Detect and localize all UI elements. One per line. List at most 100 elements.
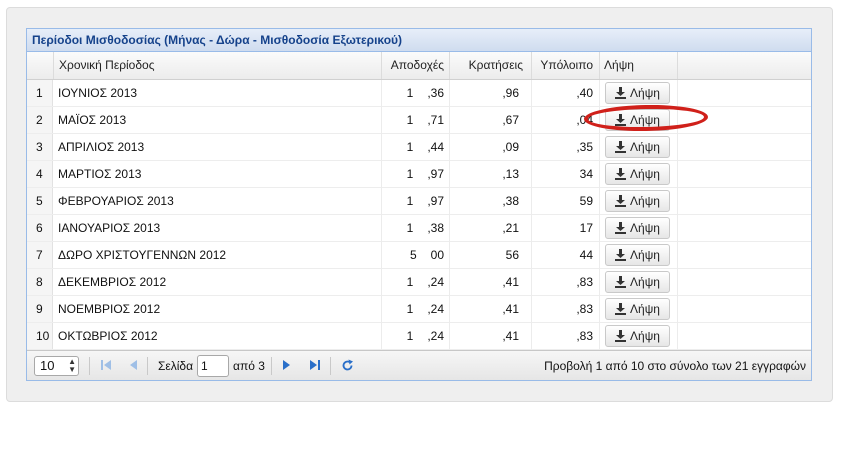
download-icon — [615, 168, 627, 180]
first-page-icon[interactable] — [100, 359, 112, 371]
download-button[interactable]: Λήψη — [605, 82, 670, 104]
prev-page-icon[interactable] — [128, 359, 138, 371]
last-page-icon[interactable] — [309, 359, 321, 371]
balance-cell: ,83 — [576, 275, 593, 289]
download-button[interactable]: Λήψη — [605, 325, 670, 347]
download-icon — [615, 222, 627, 234]
redaction-mask — [413, 275, 428, 290]
earnings-column-header[interactable]: Αποδοχές — [381, 52, 449, 79]
table-row[interactable]: 7 ΔΩΡΟ ΧΡΙΣΤΟΥΓΕΝΝΩΝ 2012 5 00 56 44 Λήψη — [27, 242, 811, 269]
refresh-icon[interactable] — [341, 359, 354, 372]
toolbar-separator — [147, 357, 148, 375]
earnings-prefix: 1 — [406, 167, 414, 181]
redaction-mask — [413, 113, 428, 128]
display-info: Προβολή 1 από 10 στο σύνολο των 21 εγγρα… — [544, 359, 806, 373]
period-column-header[interactable]: Χρονική Περίοδος — [53, 52, 381, 79]
download-button-label: Λήψη — [630, 86, 660, 100]
table-row[interactable]: 4 ΜΑΡΤΙΟΣ 2013 1,97 ,13 34 Λήψη — [27, 161, 811, 188]
balance-cell: ,83 — [576, 302, 593, 316]
panel-title: Περίοδοι Μισθοδοσίας (Μήνας - Δώρα - Μισ… — [27, 29, 811, 52]
download-cell: Λήψη — [599, 161, 677, 187]
balance-column-header[interactable]: Υπόλοιπο — [531, 52, 599, 79]
earnings-suffix: ,36 — [427, 86, 444, 100]
period-cell: ΜΑΡΤΙΟΣ 2013 — [58, 167, 142, 181]
row-number: 10 — [27, 323, 53, 349]
deductions-cell: ,41 — [502, 302, 519, 316]
redaction-mask — [416, 248, 431, 263]
row-number: 9 — [27, 296, 53, 322]
earnings-prefix: 1 — [406, 194, 414, 208]
balance-cell: ,35 — [576, 140, 593, 154]
table-row[interactable]: 10 ΟΚΤΩΒΡΙΟΣ 2012 1,24 ,41 ,83 Λήψη — [27, 323, 811, 350]
earnings-prefix: 5 — [409, 248, 417, 262]
earnings-suffix: ,24 — [427, 275, 444, 289]
toolbar-separator — [330, 357, 331, 375]
period-cell: ΙΟΥΝΙΟΣ 2013 — [58, 86, 138, 100]
download-button-label: Λήψη — [630, 329, 660, 343]
redaction-mask — [413, 194, 428, 209]
download-button-label: Λήψη — [630, 302, 660, 316]
balance-cell: 59 — [579, 194, 593, 208]
toolbar-separator — [271, 357, 272, 375]
redaction-mask — [413, 329, 428, 344]
earnings-cell: 1,24 — [381, 323, 449, 349]
download-button-label: Λήψη — [630, 194, 660, 208]
page-size-select[interactable]: 10 ▲ ▼ — [34, 356, 79, 376]
earnings-suffix: ,97 — [427, 167, 444, 181]
table-row[interactable]: 6 ΙΑΝΟΥΑΡΙΟΣ 2013 1,38 ,21 17 Λήψη — [27, 215, 811, 242]
download-column-header[interactable]: Λήψη — [599, 52, 677, 79]
spinner-arrows-icon[interactable]: ▲ ▼ — [68, 358, 76, 374]
download-button[interactable]: Λήψη — [605, 271, 670, 293]
row-number: 4 — [27, 161, 53, 187]
earnings-cell: 1,97 — [381, 188, 449, 214]
deductions-column-header[interactable]: Κρατήσεις — [449, 52, 531, 79]
earnings-prefix: 1 — [406, 86, 414, 100]
table-row[interactable]: 8 ΔΕΚΕΜΒΡΙΟΣ 2012 1,24 ,41 ,83 Λήψη — [27, 269, 811, 296]
row-number: 3 — [27, 134, 53, 160]
earnings-suffix: ,24 — [427, 302, 444, 316]
deductions-cell: ,09 — [502, 140, 519, 154]
download-button[interactable]: Λήψη — [605, 217, 670, 239]
earnings-prefix: 1 — [406, 140, 414, 154]
redaction-mask — [413, 221, 428, 236]
download-button[interactable]: Λήψη — [605, 136, 670, 158]
page-number-input[interactable]: 1 — [197, 355, 229, 377]
rownum-header — [27, 52, 53, 79]
download-icon — [615, 303, 627, 315]
period-cell: ΜΑΪΟΣ 2013 — [58, 113, 127, 127]
earnings-cell: 1,97 — [381, 161, 449, 187]
column-divider — [531, 80, 532, 355]
download-icon — [615, 141, 627, 153]
earnings-cell: 1,36 — [381, 80, 449, 106]
filler-column-header — [677, 52, 811, 79]
deductions-cell: ,41 — [502, 275, 519, 289]
download-button[interactable]: Λήψη — [605, 298, 670, 320]
column-divider — [449, 80, 450, 355]
download-button[interactable]: Λήψη — [605, 190, 670, 212]
earnings-cell: 1,38 — [381, 215, 449, 241]
table-row[interactable]: 9 ΝΟΕΜΒΡΙΟΣ 2012 1,24 ,41 ,83 Λήψη — [27, 296, 811, 323]
balance-cell: 17 — [579, 221, 593, 235]
download-cell: Λήψη — [599, 215, 677, 241]
row-number: 2 — [27, 107, 53, 133]
period-cell: ΔΕΚΕΜΒΡΙΟΣ 2012 — [58, 275, 167, 289]
deductions-cell: 56 — [505, 248, 519, 262]
earnings-suffix: ,71 — [427, 113, 444, 127]
period-cell: ΑΠΡΙΛΙΟΣ 2013 — [58, 140, 145, 154]
period-cell: ΦΕΒΡΟΥΑΡΙΟΣ 2013 — [58, 194, 174, 208]
earnings-cell: 1,24 — [381, 296, 449, 322]
table-row[interactable]: 1 ΙΟΥΝΙΟΣ 2013 1,36 ,96 ,40 Λήψη — [27, 80, 811, 107]
toolbar-separator — [89, 357, 90, 375]
deductions-cell: ,96 — [502, 86, 519, 100]
download-cell: Λήψη — [599, 323, 677, 349]
download-button[interactable]: Λήψη — [605, 163, 670, 185]
download-button[interactable]: Λήψη — [605, 244, 670, 266]
download-icon — [615, 330, 627, 342]
earnings-suffix: ,97 — [427, 194, 444, 208]
period-cell: ΟΚΤΩΒΡΙΟΣ 2012 — [58, 329, 158, 343]
paging-toolbar: 10 ▲ ▼ Σελίδα 1 από 3 Προβολή 1 από 10 στ… — [27, 350, 811, 380]
table-row[interactable]: 3 ΑΠΡΙΛΙΟΣ 2013 1,44 ,09 ,35 Λήψη — [27, 134, 811, 161]
table-row[interactable]: 5 ΦΕΒΡΟΥΑΡΙΟΣ 2013 1,97 ,38 59 Λήψη — [27, 188, 811, 215]
redaction-mask — [413, 302, 428, 317]
next-page-icon[interactable] — [282, 359, 292, 371]
